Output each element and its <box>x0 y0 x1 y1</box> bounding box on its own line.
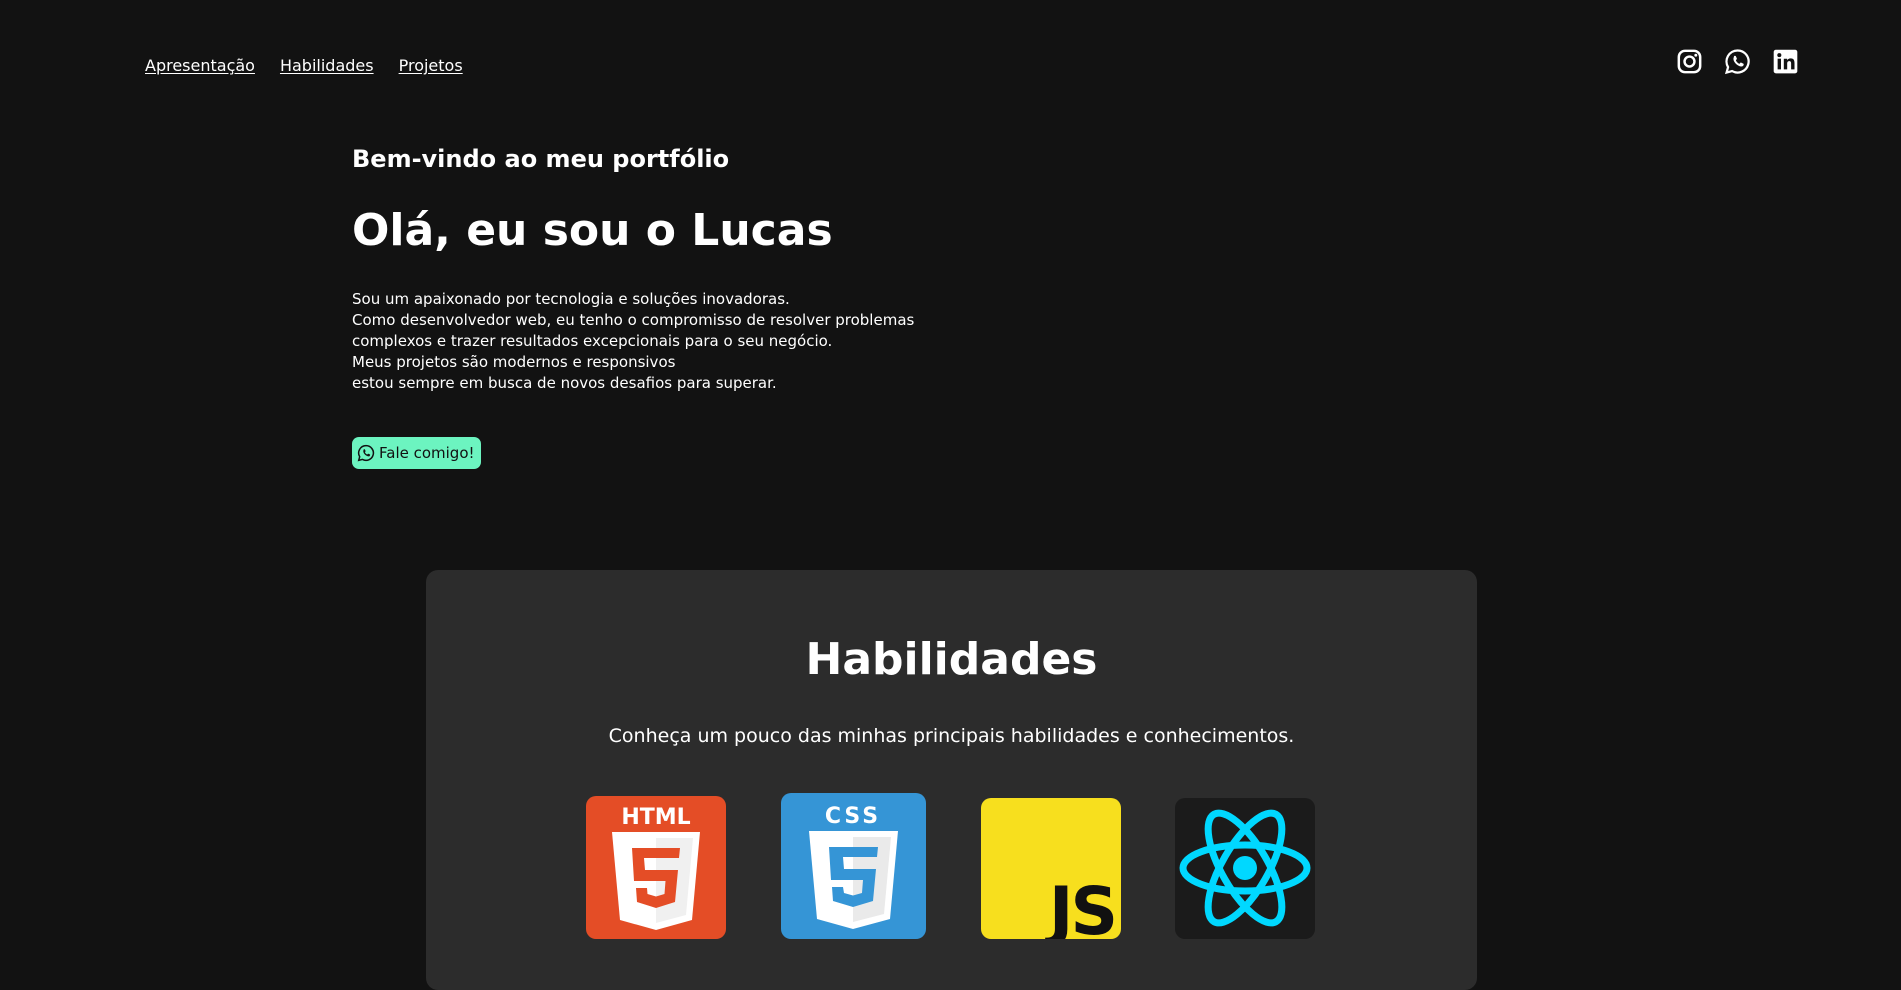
html5-logo-text: HTML <box>621 805 690 830</box>
bio-line: Sou um apaixonado por tecnologia e soluç… <box>352 290 790 308</box>
hero-title: Olá, eu sou o Lucas <box>352 205 833 256</box>
hero-bio: Sou um apaixonado por tecnologia e soluç… <box>352 289 972 394</box>
skills-title: Habilidades <box>805 634 1098 685</box>
javascript-logo-text: JS <box>1045 873 1115 939</box>
skills-subtitle: Conheça um pouco das minhas principais h… <box>608 725 1295 747</box>
contact-button-label: Fale comigo! <box>379 444 475 462</box>
linkedin-icon[interactable] <box>1772 48 1799 75</box>
whatsapp-icon[interactable] <box>1724 48 1751 75</box>
contact-button[interactable]: Fale comigo! <box>352 437 481 469</box>
bio-line: Meus projetos são modernos e responsivos <box>352 353 676 371</box>
nav-link-habilidades[interactable]: Habilidades <box>280 56 374 75</box>
javascript-logo: JS <box>981 798 1121 939</box>
main-nav: Apresentação Habilidades Projetos <box>145 56 463 75</box>
bio-line: estou sempre em busca de novos desafios … <box>352 374 777 392</box>
skills-section: Habilidades Conheça um pouco das minhas … <box>426 570 1477 990</box>
social-links <box>1676 48 1799 75</box>
instagram-icon[interactable] <box>1676 48 1703 75</box>
welcome-heading: Bem-vindo ao meu portfólio <box>352 145 730 173</box>
hero-section: Bem-vindo ao meu portfólio Olá, eu sou o… <box>352 143 972 394</box>
css3-logo-text: CSS <box>825 804 881 829</box>
css3-logo: CSS <box>781 793 926 939</box>
react-logo <box>1175 798 1315 939</box>
nav-link-projetos[interactable]: Projetos <box>399 56 463 75</box>
whatsapp-icon <box>357 444 375 462</box>
nav-link-apresentacao[interactable]: Apresentação <box>145 56 255 75</box>
bio-line: Como desenvolvedor web, eu tenho o compr… <box>352 311 915 329</box>
html5-logo: HTML <box>586 796 726 939</box>
bio-line: complexos e trazer resultados excepciona… <box>352 332 833 350</box>
